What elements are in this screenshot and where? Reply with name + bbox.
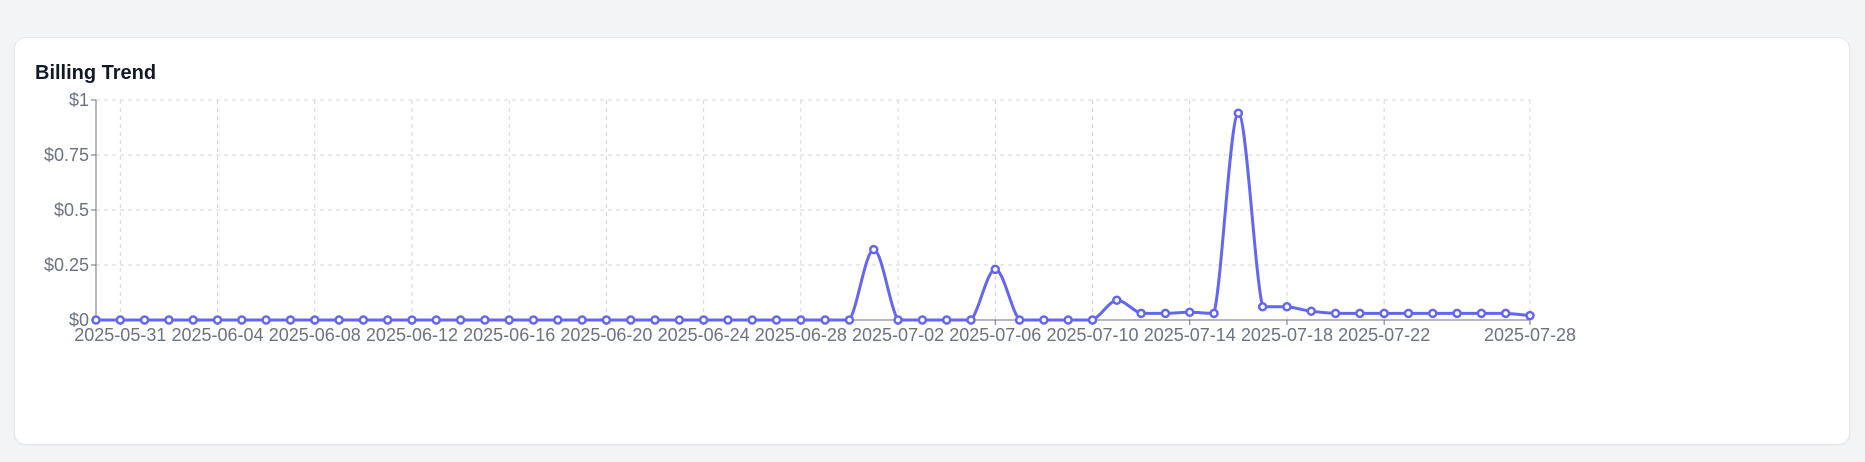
data-point <box>1136 308 1146 319</box>
data-point <box>212 315 223 325</box>
data-point <box>480 315 490 325</box>
data-point <box>382 315 393 325</box>
data-point <box>285 315 296 325</box>
data-point <box>1160 308 1171 319</box>
data-point <box>820 315 830 325</box>
data-point <box>1063 315 1073 325</box>
data-point <box>869 244 879 255</box>
data-point <box>1500 308 1511 319</box>
x-tick-label: 2025-06-12 <box>366 325 458 345</box>
x-tick-label: 2025-06-20 <box>560 325 652 345</box>
data-point <box>796 315 806 325</box>
data-point <box>1087 315 1098 325</box>
data-point <box>553 315 563 325</box>
data-point <box>237 315 247 325</box>
series-line <box>95 111 1531 322</box>
x-tick-label: 2025-06-24 <box>658 325 750 345</box>
data-point <box>528 315 539 325</box>
data-point <box>1282 302 1292 312</box>
data-point <box>650 315 660 325</box>
data-point <box>747 315 757 325</box>
data-point <box>1379 308 1389 319</box>
x-tick-label: 2025-05-31 <box>74 325 166 345</box>
x-tick-label: 2025-06-08 <box>269 325 361 345</box>
data-point <box>698 315 709 325</box>
data-point <box>1039 315 1049 325</box>
data-point <box>990 264 1001 275</box>
x-tick-label: 2025-06-28 <box>755 325 847 345</box>
data-point <box>1452 308 1462 319</box>
y-tick-label: $0.25 <box>44 255 89 275</box>
data-point <box>1403 308 1414 319</box>
billing-trend-chart: $0$0.25$0.5$0.75$12025-05-31 2025-06-04 20… <box>44 90 1576 345</box>
y-tick-label: $1 <box>69 90 89 110</box>
data-point <box>261 315 271 325</box>
billing-trend-card: Billing Trend $0 $0.25 $0.5 $0.75 $1 2025-05-… <box>14 37 1850 445</box>
data-point <box>91 315 101 325</box>
data-point <box>577 315 587 325</box>
data-point <box>1330 308 1341 319</box>
data-point <box>723 315 733 325</box>
data-point <box>1257 302 1268 312</box>
data-point <box>164 315 174 325</box>
data-point <box>966 315 976 325</box>
data-point <box>188 315 198 325</box>
data-point <box>601 315 612 325</box>
x-tick-label: 2025-07-28 <box>1484 325 1576 345</box>
data-point <box>1233 108 1244 118</box>
data-point <box>431 315 442 325</box>
data-point <box>1306 306 1317 316</box>
x-tick-label: 2025-07-02 <box>852 325 944 345</box>
x-tick-label: 2025-06-16 <box>463 325 555 345</box>
data-point <box>455 315 466 325</box>
data-point <box>1476 308 1487 319</box>
data-point <box>358 315 369 325</box>
data-point <box>1112 295 1122 305</box>
data-point <box>139 315 150 325</box>
data-point <box>407 315 417 325</box>
data-point <box>1428 308 1438 319</box>
data-point <box>1355 308 1365 319</box>
data-point <box>334 315 344 325</box>
data-point <box>917 315 928 325</box>
data-point <box>504 315 514 325</box>
y-tick-label: $0.5 <box>54 200 89 220</box>
data-point <box>1209 308 1219 319</box>
data-point <box>1525 310 1535 321</box>
data-point <box>115 315 126 325</box>
data-point <box>625 315 636 325</box>
data-point <box>674 315 685 325</box>
data-point <box>309 315 320 325</box>
x-tick-label: 2025-07-22 <box>1338 325 1430 345</box>
data-point <box>1014 315 1025 325</box>
x-tick-label: 2025-07-14 <box>1144 325 1236 345</box>
y-tick-label: $0.75 <box>44 145 89 165</box>
data-point <box>941 315 952 325</box>
data-point <box>1184 307 1195 318</box>
x-tick-label: 2025-07-06 <box>949 325 1041 345</box>
data-point <box>844 315 855 325</box>
data-point <box>771 315 782 325</box>
x-tick-label: 2025-07-10 <box>1046 325 1138 345</box>
data-point <box>893 315 903 325</box>
x-tick-label: 2025-07-18 <box>1241 325 1333 345</box>
x-tick-label: 2025-06-04 <box>171 325 263 345</box>
